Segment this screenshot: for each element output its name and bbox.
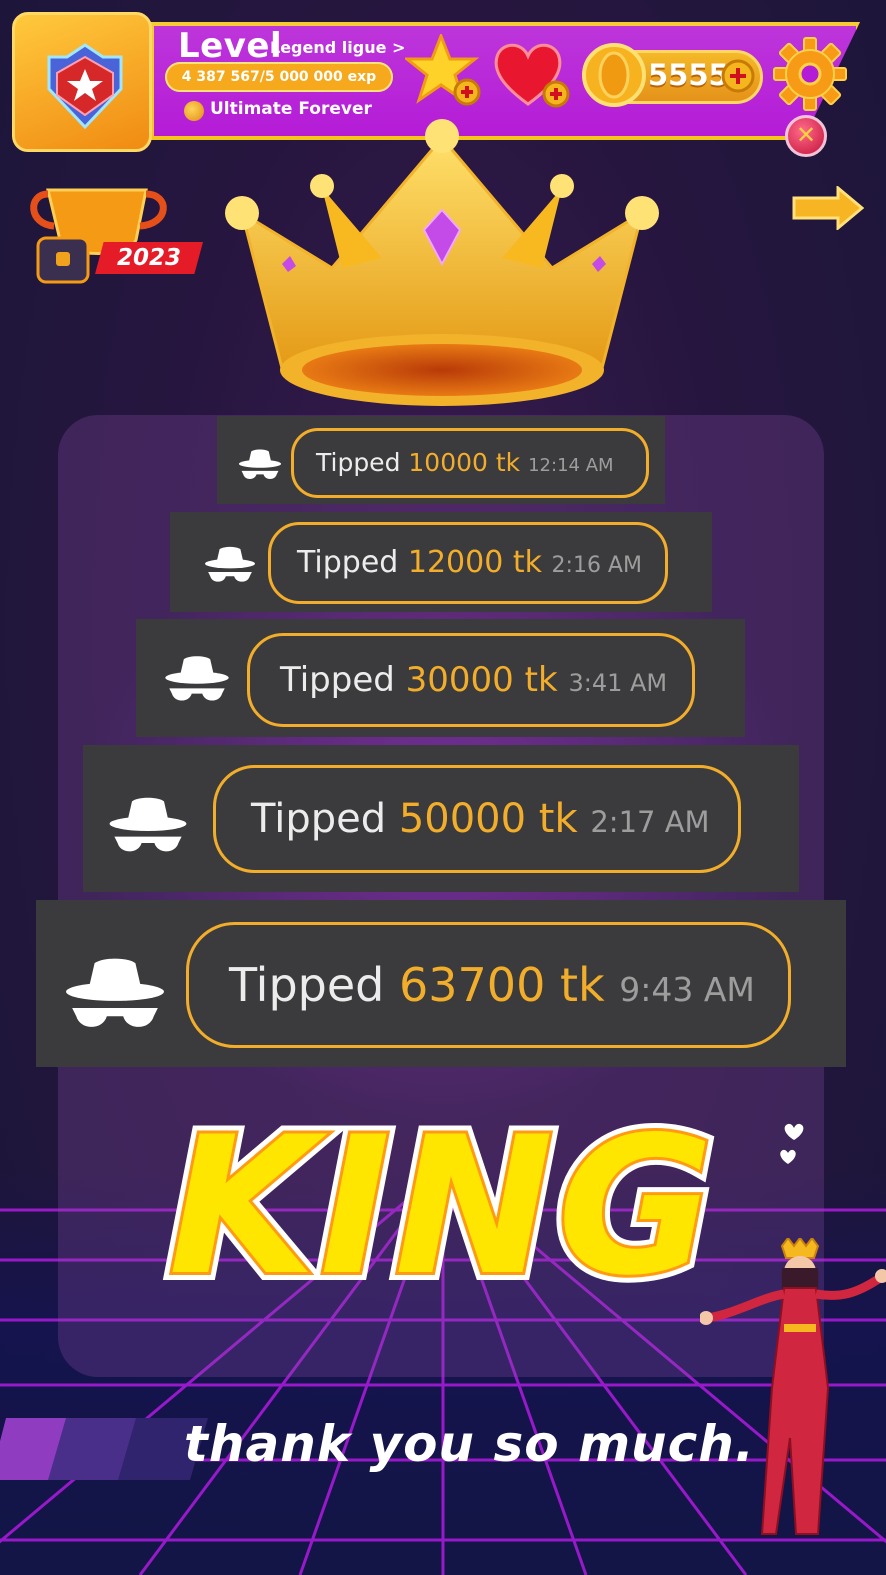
- queen-character: [700, 1238, 886, 1535]
- crown-icon: [225, 119, 659, 406]
- tip-time: 12:14 AM: [528, 455, 614, 476]
- anonymous-user-icon: [109, 797, 187, 852]
- gear-icon[interactable]: [772, 36, 848, 112]
- league-link[interactable]: Legend ligue >: [270, 38, 405, 57]
- anonymous-user-icon: [205, 546, 255, 582]
- coin-icon: [582, 43, 646, 107]
- tip-amount: 30000 tk: [405, 660, 558, 700]
- star-shield-icon: [47, 43, 123, 129]
- rank-coin-icon: [184, 101, 204, 121]
- tip-time: 2:16 AM: [551, 553, 642, 578]
- tip-label: Tipped: [316, 448, 401, 477]
- exp-text: 4 387 567/5 000 000 exp: [181, 69, 377, 85]
- level-title: Level: [178, 26, 283, 66]
- tip-amount: 12000 tk: [407, 545, 542, 580]
- anonymous-user-icon: [238, 449, 282, 480]
- tip-label: Tipped: [280, 660, 395, 700]
- year-badge: 2023: [95, 242, 203, 274]
- close-icon: ✕: [795, 121, 817, 149]
- tip-amount: 63700 tk: [399, 958, 605, 1012]
- tip-amount: 50000 tk: [398, 796, 578, 842]
- king-title: KING KING: [161, 1100, 722, 1300]
- rank-text: Ultimate Forever: [210, 99, 372, 119]
- tip-message: Tipped 10000 tk 12:14 AM: [291, 428, 649, 498]
- exp-progress: 4 387 567/5 000 000 exp: [165, 62, 393, 92]
- tip-label: Tipped: [229, 958, 385, 1012]
- anonymous-user-icon: [165, 656, 229, 701]
- coin-balance-value: 5555: [648, 58, 729, 92]
- king-title-fill: KING: [169, 1100, 718, 1300]
- heart-plus-icon[interactable]: [490, 38, 574, 112]
- tip-time: 2:17 AM: [590, 805, 710, 839]
- tip-message: Tipped 30000 tk 3:41 AM: [247, 633, 695, 727]
- tip-message: Tipped 12000 tk 2:16 AM: [268, 522, 668, 604]
- anonymous-user-icon: [66, 958, 164, 1027]
- level-badge[interactable]: [12, 12, 152, 152]
- tip-time: 3:41 AM: [568, 669, 668, 697]
- thanks-text: thank you so much.: [184, 1415, 755, 1473]
- tip-time: 9:43 AM: [619, 970, 755, 1009]
- arrow-right-icon[interactable]: [790, 186, 864, 230]
- tip-message: Tipped 50000 tk 2:17 AM: [213, 765, 741, 873]
- tip-message: Tipped 63700 tk 9:43 AM: [186, 922, 791, 1048]
- star-plus-icon[interactable]: [405, 34, 485, 108]
- hearts-icon: [780, 1123, 804, 1164]
- coin-plus-icon[interactable]: [720, 58, 756, 94]
- close-button[interactable]: ✕: [785, 115, 827, 157]
- tip-label: Tipped: [251, 796, 387, 842]
- tip-amount: 10000 tk: [408, 448, 521, 477]
- tip-label: Tipped: [297, 545, 399, 580]
